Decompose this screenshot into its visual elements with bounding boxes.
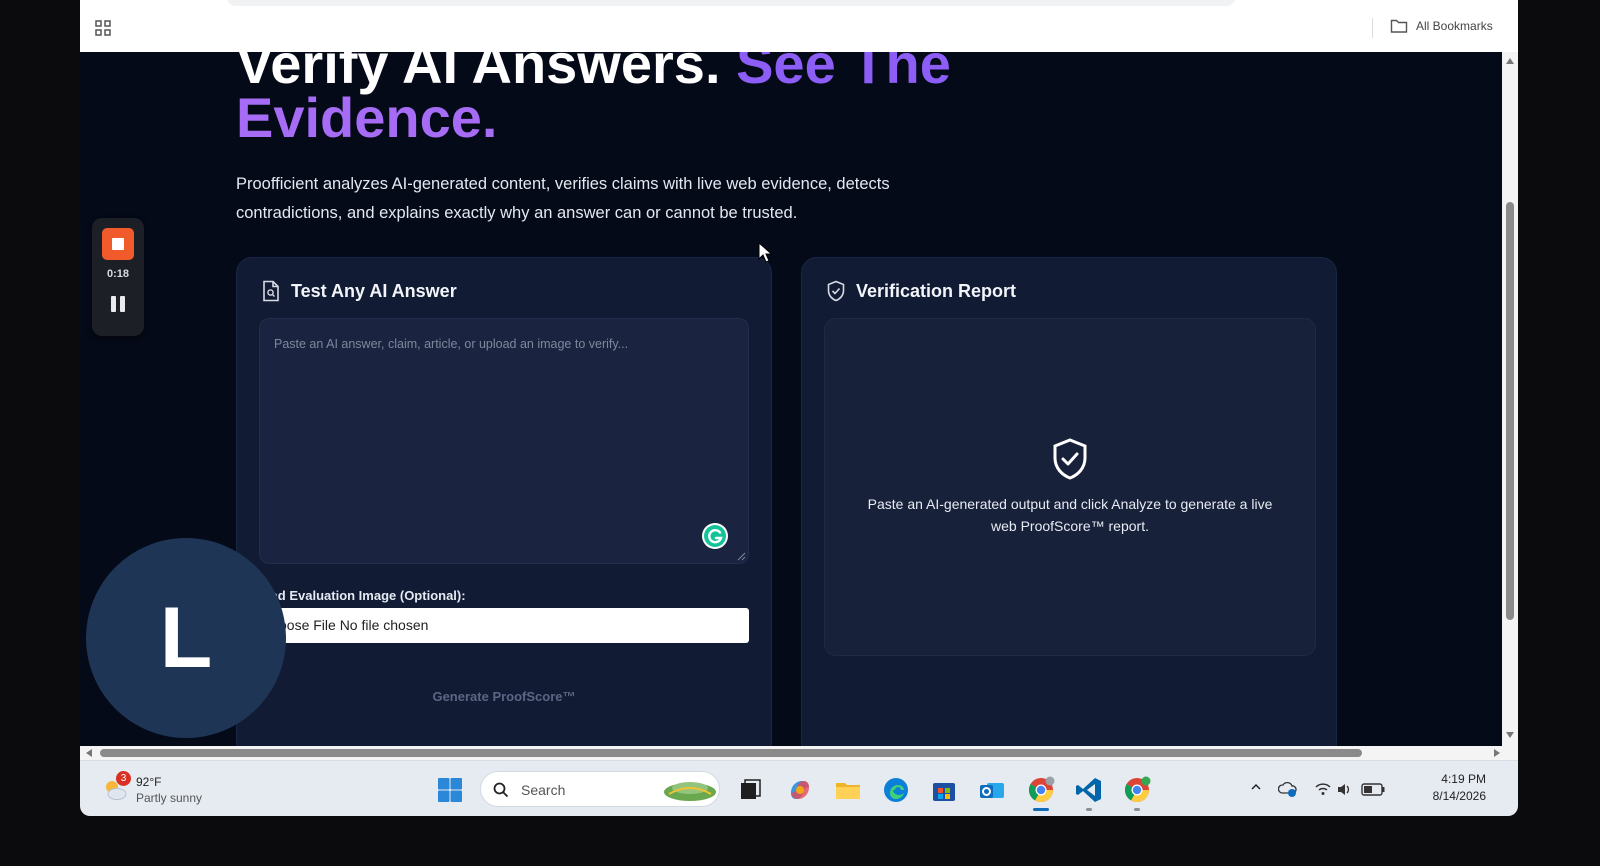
hero-headline-evidence: Evidence. bbox=[236, 86, 498, 149]
resize-grip-icon[interactable] bbox=[736, 551, 746, 561]
all-bookmarks-button[interactable]: All Bookmarks bbox=[1390, 18, 1493, 34]
vscode-running-indicator bbox=[1086, 808, 1092, 811]
all-bookmarks-label: All Bookmarks bbox=[1416, 19, 1493, 33]
wifi-icon bbox=[1315, 783, 1331, 795]
taskbar-search[interactable]: Search bbox=[480, 771, 720, 807]
generate-proofscore-button[interactable]: Generate ProofScore™ bbox=[259, 680, 749, 714]
toolbar-divider bbox=[1372, 18, 1373, 38]
recording-elapsed-time: 0:18 bbox=[106, 268, 130, 280]
clock-time: 4:19 PM bbox=[1441, 772, 1486, 786]
report-card-header: Verification Report bbox=[826, 280, 1016, 302]
chrome-profile-icon[interactable] bbox=[1122, 775, 1152, 805]
folder-icon bbox=[1390, 19, 1408, 33]
document-search-icon bbox=[263, 280, 279, 302]
search-highlight-icon bbox=[664, 782, 716, 801]
apps-grid-icon[interactable] bbox=[94, 19, 112, 37]
weather-widget[interactable]: 3 92°F Partly sunny bbox=[102, 771, 222, 807]
edge-icon[interactable] bbox=[881, 775, 911, 805]
test-card-title: Test Any AI Answer bbox=[291, 280, 457, 301]
address-bar[interactable] bbox=[226, 0, 1236, 6]
onedrive-icon bbox=[1278, 781, 1297, 797]
answer-textarea[interactable]: Paste an AI answer, claim, article, or u… bbox=[259, 318, 749, 564]
record-stop-button[interactable] bbox=[102, 228, 134, 260]
battery-icon bbox=[1361, 783, 1385, 796]
weather-alert-badge: 3 bbox=[116, 771, 131, 786]
test-card-header: Test Any AI Answer bbox=[261, 280, 457, 302]
upload-image-label: load Evaluation Image (Optional): bbox=[259, 588, 466, 603]
vertical-scrollbar[interactable] bbox=[1502, 52, 1518, 746]
file-explorer-icon[interactable] bbox=[833, 775, 863, 805]
hero-description: Proofficient analyzes AI-generated conte… bbox=[236, 175, 890, 222]
pause-icon[interactable] bbox=[111, 296, 125, 312]
answer-textarea-placeholder: Paste an AI answer, claim, article, or u… bbox=[274, 337, 629, 351]
report-empty-message: Paste an AI-generated output and click A… bbox=[867, 496, 1273, 534]
report-card-title: Verification Report bbox=[856, 280, 1017, 301]
web-page: Verify AI Answers. See The Evidence. Pro… bbox=[80, 52, 1502, 746]
system-tray-icons[interactable] bbox=[1278, 779, 1408, 799]
browser-toolbar: All Bookmarks bbox=[80, 0, 1518, 52]
browser-window: All Bookmarks Verify AI Answers. See The… bbox=[80, 0, 1518, 816]
test-answer-card: Test Any AI Answer Paste an AI answer, c… bbox=[236, 257, 772, 746]
outlook-icon[interactable] bbox=[977, 775, 1007, 805]
weather-temperature: 92°F bbox=[136, 775, 162, 789]
vscode-icon[interactable] bbox=[1074, 775, 1104, 805]
scroll-left-arrow-icon[interactable] bbox=[86, 749, 92, 757]
scroll-right-arrow-icon[interactable] bbox=[1494, 749, 1500, 757]
report-placeholder-panel: Paste an AI-generated output and click A… bbox=[824, 318, 1316, 656]
scroll-up-arrow-icon[interactable] bbox=[1506, 58, 1514, 64]
horizontal-scroll-thumb[interactable] bbox=[100, 749, 1362, 757]
chrome-active-indicator bbox=[1033, 808, 1049, 811]
hero-headline-accent: See The bbox=[736, 52, 951, 95]
mouse-cursor-icon bbox=[758, 242, 772, 263]
shield-check-icon bbox=[1053, 438, 1087, 480]
windows-start-icon[interactable] bbox=[436, 776, 464, 804]
vertical-scroll-thumb[interactable] bbox=[1506, 202, 1514, 620]
chrome-icon[interactable] bbox=[1026, 775, 1056, 805]
screen-recorder-widget: 0:18 bbox=[92, 218, 144, 336]
chrome-profile-running-indicator bbox=[1134, 808, 1140, 811]
chevron-up-icon[interactable] bbox=[1250, 781, 1262, 793]
grammarly-icon[interactable] bbox=[701, 522, 729, 550]
presenter-avatar: L bbox=[86, 538, 286, 738]
scroll-down-arrow-icon[interactable] bbox=[1506, 732, 1514, 738]
shield-check-icon bbox=[827, 280, 845, 302]
clock-date: 8/14/2026 bbox=[1432, 789, 1486, 803]
system-clock[interactable]: 4:19 PM 8/14/2026 bbox=[1406, 771, 1486, 805]
taskbar-search-label: Search bbox=[521, 782, 566, 798]
volume-icon bbox=[1338, 784, 1350, 795]
windows-taskbar: 3 92°F Partly sunny Search 4:19 PM 8/14/… bbox=[80, 760, 1518, 816]
task-view-icon[interactable] bbox=[736, 775, 766, 805]
search-icon bbox=[493, 782, 509, 798]
choose-file-input[interactable]: oose File No file chosen bbox=[259, 608, 749, 643]
copilot-icon[interactable] bbox=[785, 775, 815, 805]
weather-condition: Partly sunny bbox=[136, 791, 203, 805]
microsoft-store-icon[interactable] bbox=[929, 775, 959, 805]
horizontal-scrollbar[interactable] bbox=[80, 746, 1518, 760]
verification-report-card: Verification Report Paste an AI-generate… bbox=[801, 257, 1337, 746]
